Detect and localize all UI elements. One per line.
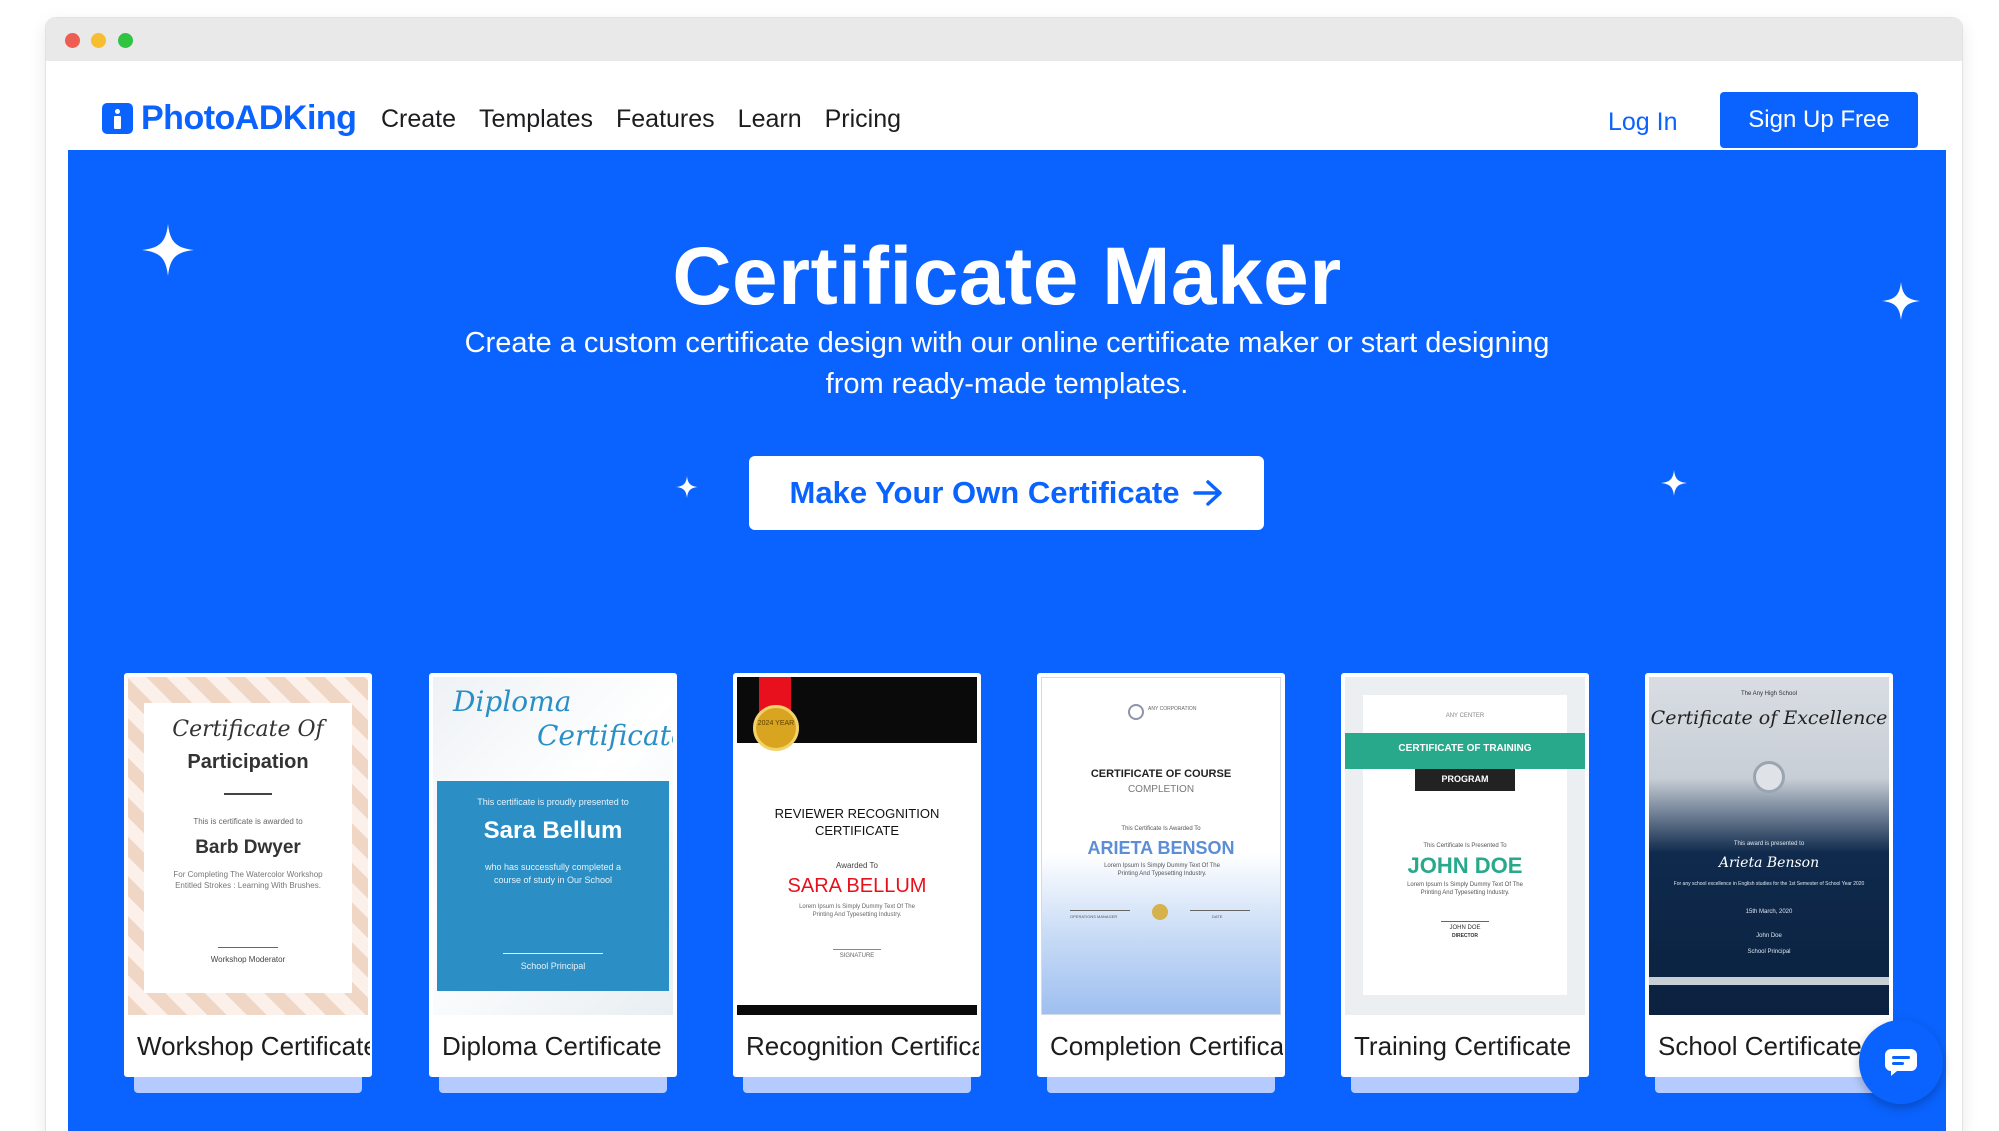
menu-item-create[interactable]: Create [381,105,456,134]
logo-icon [102,103,133,134]
menu-item-learn[interactable]: Learn [738,105,802,134]
browser-window: PhotoADKing Create Templates Features Le… [46,18,1962,1131]
window-titlebar [46,18,1962,61]
card-label: Diploma Certificate [442,1031,662,1061]
certificate-thumbnail: Diploma Certificate This certificate is … [433,677,673,1015]
logo-text: PhotoADKing [141,99,357,137]
certificate-thumbnail: ANY CENTER CERTIFICATE OF TRAINING PROGR… [1345,677,1585,1015]
menu-item-pricing[interactable]: Pricing [825,105,901,134]
seal-icon [1152,904,1168,920]
cta-label: Make Your Own Certificate [789,475,1180,510]
card-label: Completion Certificate [1050,1031,1283,1061]
hero-section: Certificate Maker Create a custom certif… [68,150,1946,1131]
minimize-window-button[interactable] [91,33,106,48]
certificate-thumbnail: The Any High School Certificate of Excel… [1649,677,1889,1015]
chat-button[interactable] [1859,1020,1943,1104]
signup-button[interactable]: Sign Up Free [1720,92,1918,148]
sparkle-icon [1661,470,1687,496]
maximize-window-button[interactable] [118,33,133,48]
logo[interactable]: PhotoADKing [102,99,357,138]
template-card-completion[interactable]: ANY CORPORATION CERTIFICATE OF COURSE CO… [1037,673,1285,1093]
make-certificate-button[interactable]: Make Your Own Certificate [749,456,1264,530]
menu-item-templates[interactable]: Templates [479,105,593,134]
card-label: Workshop Certificate [137,1031,370,1061]
card-label: School Certificate [1658,1031,1862,1061]
hero-subtitle: Create a custom certificate design with … [464,327,1550,400]
template-card-recognition[interactable]: 2024 YEAR REVIEWER RECOGNITION CERTIFICA… [733,673,981,1093]
globe-icon [1128,704,1144,720]
template-cards: Certificate Of Participation This is cer… [124,673,1914,1093]
page-title: Certificate Maker [672,231,1342,322]
medal-icon [1753,761,1785,793]
template-card-workshop[interactable]: Certificate Of Participation This is cer… [124,673,372,1093]
main-menu: Create Templates Features Learn Pricing [381,105,924,134]
certificate-thumbnail: 2024 YEAR REVIEWER RECOGNITION CERTIFICA… [737,677,977,1015]
chat-icon [1885,1049,1917,1076]
login-link[interactable]: Log In [1608,108,1678,137]
close-window-button[interactable] [65,33,80,48]
template-card-diploma[interactable]: Diploma Certificate This certificate is … [429,673,677,1093]
certificate-thumbnail: Certificate Of Participation This is cer… [128,677,368,1015]
certificate-thumbnail: ANY CORPORATION CERTIFICATE OF COURSE CO… [1041,677,1281,1015]
card-label: Training Certificate [1354,1031,1572,1061]
sparkle-icon [676,476,698,498]
menu-item-features[interactable]: Features [616,105,715,134]
medal-icon: 2024 YEAR [753,705,799,751]
template-card-training[interactable]: ANY CENTER CERTIFICATE OF TRAINING PROGR… [1341,673,1589,1093]
arrow-right-icon [1193,480,1223,506]
card-label: Recognition Certificate [746,1031,979,1061]
template-card-school[interactable]: The Any High School Certificate of Excel… [1645,673,1893,1093]
